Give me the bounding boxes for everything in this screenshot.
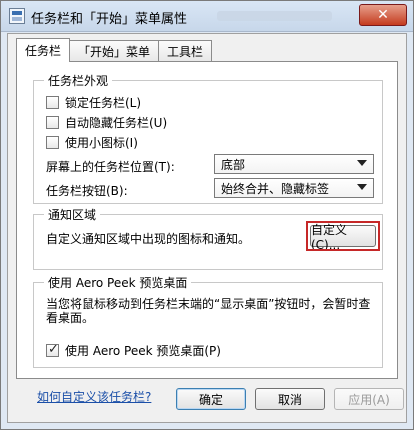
ok-button[interactable]: 确定 <box>176 388 246 410</box>
customize-button-label: 自定义(C)... <box>311 222 348 252</box>
group-aero-peek: 使用 Aero Peek 预览桌面 当您将鼠标移动到任务栏末端的“显示桌面”按钮… <box>33 274 383 368</box>
apply-button[interactable]: 应用(A) <box>334 388 404 410</box>
close-button[interactable]: ✕ <box>359 4 407 26</box>
dialog-window: 任务栏和「开始」菜单属性 ✕ 任务栏 「开始」菜单 工具栏 任务栏外观 锁定任务… <box>0 0 414 430</box>
notification-area-description: 自定义通知区域中出现的图标和通知。 <box>46 231 251 246</box>
app-icon <box>9 8 25 24</box>
tab-taskbar[interactable]: 任务栏 <box>16 38 71 62</box>
auto-hide-checkbox[interactable] <box>46 115 59 129</box>
tab-strip: 任务栏 「开始」菜单 工具栏 <box>16 38 213 62</box>
auto-hide-label: 自动隐藏任务栏(U) <box>65 115 168 130</box>
taskbar-buttons-value: 始终合并、隐藏标签 <box>221 181 330 196</box>
taskbar-position-value: 底部 <box>221 157 246 172</box>
group-notification-area: 通知区域 自定义通知区域中出现的图标和通知。 自定义(C)... <box>33 206 383 270</box>
taskbar-buttons-select[interactable]: 始终合并、隐藏标签 <box>214 178 374 198</box>
tab-label: 任务栏 <box>25 44 62 58</box>
taskbar-position-label: 屏幕上的任务栏位置(T): <box>46 159 175 174</box>
checkbox-small-icons[interactable]: 使用小图标(I) <box>46 133 138 151</box>
small-icons-label: 使用小图标(I) <box>65 135 138 150</box>
chevron-down-icon <box>357 184 367 190</box>
checkbox-aero-peek[interactable]: 使用 Aero Peek 预览桌面(P) <box>46 341 221 359</box>
close-icon: ✕ <box>377 7 389 23</box>
dialog-content: 任务栏 「开始」菜单 工具栏 任务栏外观 锁定任务栏(L) 自动隐藏任务栏(U) <box>7 33 407 423</box>
window-title: 任务栏和「开始」菜单属性 <box>31 12 188 27</box>
tab-start-menu[interactable]: 「开始」菜单 <box>69 40 160 62</box>
aero-peek-description: 当您将鼠标移动到任务栏末端的“显示桌面”按钮时，会暂时查看桌面。 <box>46 297 371 325</box>
cancel-button[interactable]: 取消 <box>255 388 325 410</box>
title-bar: 任务栏和「开始」菜单属性 ✕ <box>1 1 413 32</box>
checkbox-auto-hide[interactable]: 自动隐藏任务栏(U) <box>46 113 167 131</box>
group-taskbar-appearance: 任务栏外观 锁定任务栏(L) 自动隐藏任务栏(U) 使用小图标(I) 屏幕上的任… <box>33 72 383 204</box>
cancel-button-label: 取消 <box>277 392 302 407</box>
taskbar-position-select[interactable]: 底部 <box>214 154 374 174</box>
small-icons-checkbox[interactable] <box>46 135 59 149</box>
tab-toolbars[interactable]: 工具栏 <box>158 40 213 62</box>
checkbox-lock-taskbar[interactable]: 锁定任务栏(L) <box>46 93 141 111</box>
group-title-taskbar-appearance: 任务栏外观 <box>44 72 113 89</box>
group-title-notification-area: 通知区域 <box>44 206 101 223</box>
ok-button-label: 确定 <box>198 392 223 407</box>
tab-label: 工具栏 <box>167 45 204 59</box>
aero-peek-label: 使用 Aero Peek 预览桌面(P) <box>65 343 221 358</box>
aero-peek-checkbox[interactable] <box>46 342 59 357</box>
apply-button-label: 应用(A) <box>348 392 390 407</box>
taskbar-tab-panel: 任务栏外观 锁定任务栏(L) 自动隐藏任务栏(U) 使用小图标(I) 屏幕上的任… <box>16 61 398 404</box>
tab-label: 「开始」菜单 <box>78 45 151 59</box>
dialog-buttons: 确定 取消 应用(A) <box>14 382 404 416</box>
lock-taskbar-checkbox[interactable] <box>46 95 59 109</box>
chevron-down-icon <box>357 160 367 166</box>
lock-taskbar-label: 锁定任务栏(L) <box>65 95 142 110</box>
customize-button[interactable]: 自定义(C)... <box>310 223 376 252</box>
taskbar-buttons-label: 任务栏按钮(B): <box>46 183 128 198</box>
title-redaction <box>217 11 332 21</box>
group-title-aero-peek: 使用 Aero Peek 预览桌面 <box>44 274 192 291</box>
